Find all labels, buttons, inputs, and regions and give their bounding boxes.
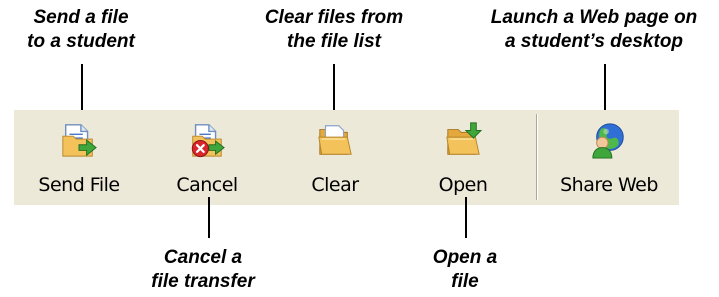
leader-share-web [604, 64, 606, 110]
leader-cancel [208, 197, 210, 238]
leader-open [465, 197, 467, 238]
send-file-label: Send File [38, 174, 120, 196]
callout-cancel: Cancel a file transfer [128, 246, 278, 294]
callout-open-line1: Open a [432, 247, 498, 268]
open-label: Open [438, 174, 488, 196]
clear-button[interactable]: Clear [270, 110, 400, 205]
share-web-icon [592, 123, 624, 159]
callout-cancel-line1: Cancel a [163, 247, 243, 268]
send-file-button[interactable]: Send File [14, 110, 144, 205]
callout-clear: Clear files from the file list [244, 6, 424, 54]
callout-clear-line1: Clear files from [264, 7, 404, 28]
callout-clear-line2: the file list [287, 31, 381, 52]
callout-open-line2: file [451, 271, 479, 292]
share-web-label: Share Web [560, 174, 658, 196]
callout-send-file-line1: Send a file [33, 7, 129, 28]
share-web-button[interactable]: Share Web [540, 110, 678, 205]
clear-label: Clear [311, 174, 359, 196]
open-folder-icon [446, 122, 482, 155]
file-transfer-toolbar: Send File Cancel Clear Open Share Web [14, 110, 679, 205]
callout-send-file: Send a file to a student [16, 6, 146, 54]
open-button[interactable]: Open [398, 110, 528, 205]
callout-share-web: Launch a Web page on a student’s desktop [476, 6, 712, 54]
callout-share-web-line1: Launch a Web page on [490, 7, 698, 28]
callout-send-file-line2: to a student [27, 31, 135, 52]
cancel-button[interactable]: Cancel [142, 110, 272, 205]
clear-folder-icon [318, 125, 352, 155]
callout-share-web-line2: a student’s desktop [504, 31, 684, 52]
toolbar-separator [536, 114, 538, 200]
callout-cancel-line2: file transfer [151, 271, 255, 292]
send-file-icon [62, 124, 97, 157]
cancel-label: Cancel [176, 174, 238, 196]
callout-open: Open a file [410, 246, 520, 294]
cancel-transfer-icon [191, 124, 225, 158]
